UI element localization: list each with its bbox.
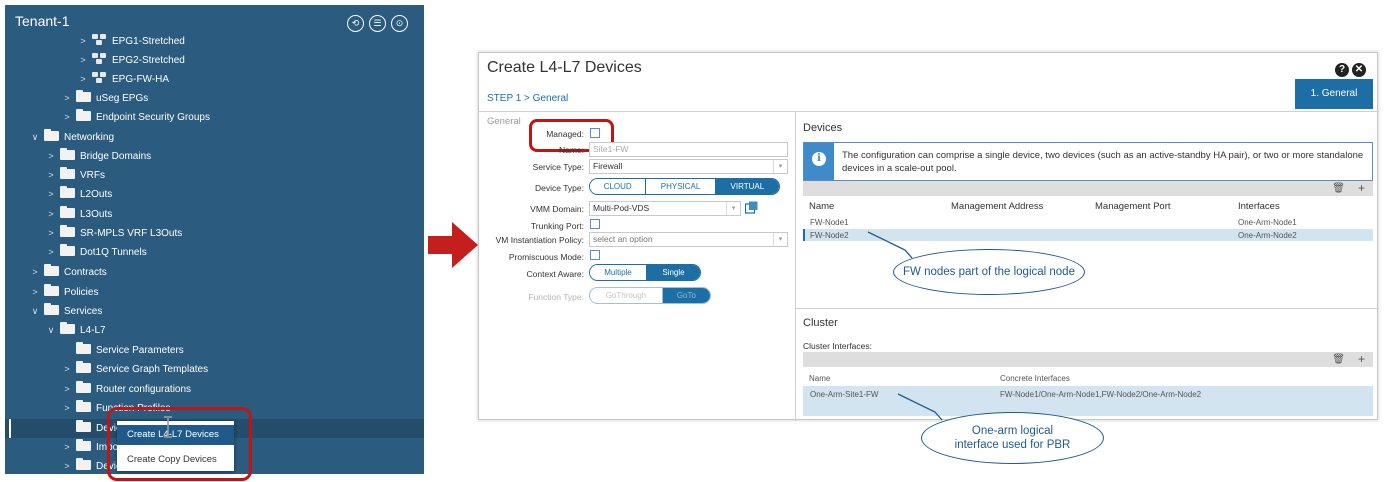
callout-fw-nodes: FW nodes part of the logical node (893, 249, 1085, 295)
callout-pointers (867, 231, 943, 421)
callout-one-arm-interface: One-arm logical interface used for PBR (921, 412, 1104, 464)
